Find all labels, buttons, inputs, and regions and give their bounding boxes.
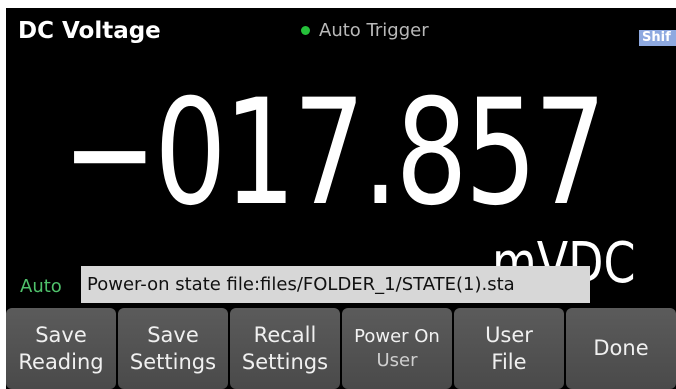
measurement-reading: −017.857 bbox=[62, 68, 607, 238]
trigger-status-label: Auto Trigger bbox=[319, 20, 429, 41]
softkey-bar: Save Reading Save Settings Recall Settin… bbox=[6, 308, 676, 389]
save-settings-button[interactable]: Save Settings bbox=[118, 308, 228, 389]
softkey-label-line1: Save bbox=[35, 322, 87, 347]
softkey-label-line2: Settings bbox=[241, 349, 329, 374]
softkey-label-line2: Reading bbox=[18, 349, 104, 374]
softkey-label-line2: Settings bbox=[129, 349, 217, 374]
measurement-function-title: DC Voltage bbox=[18, 18, 161, 44]
softkey-label-line1: Power On bbox=[354, 325, 440, 347]
softkey-label-line2: File bbox=[491, 349, 527, 374]
status-message-bar: Power-on state file:files/FOLDER_1/STATE… bbox=[81, 266, 590, 303]
trigger-status: Auto Trigger bbox=[301, 20, 429, 41]
power-on-state-button[interactable]: Power On User bbox=[342, 308, 452, 389]
user-file-button[interactable]: User File bbox=[454, 308, 564, 389]
recall-settings-button[interactable]: Recall Settings bbox=[230, 308, 340, 389]
softkey-label-line1: Save bbox=[147, 322, 199, 347]
softkey-label-line1: Done bbox=[593, 336, 649, 360]
done-button[interactable]: Done bbox=[566, 308, 676, 389]
softkey-label-line1: Recall bbox=[253, 322, 317, 347]
shift-indicator: Shif bbox=[639, 30, 676, 46]
instrument-display: DC Voltage Auto Trigger Shif −017.857 mV… bbox=[6, 8, 676, 389]
softkey-label-line1: User bbox=[485, 322, 533, 347]
trigger-indicator-icon bbox=[301, 26, 310, 35]
softkey-value: User bbox=[376, 349, 418, 371]
save-reading-button[interactable]: Save Reading bbox=[6, 308, 116, 389]
range-mode-label: Auto bbox=[20, 276, 62, 297]
